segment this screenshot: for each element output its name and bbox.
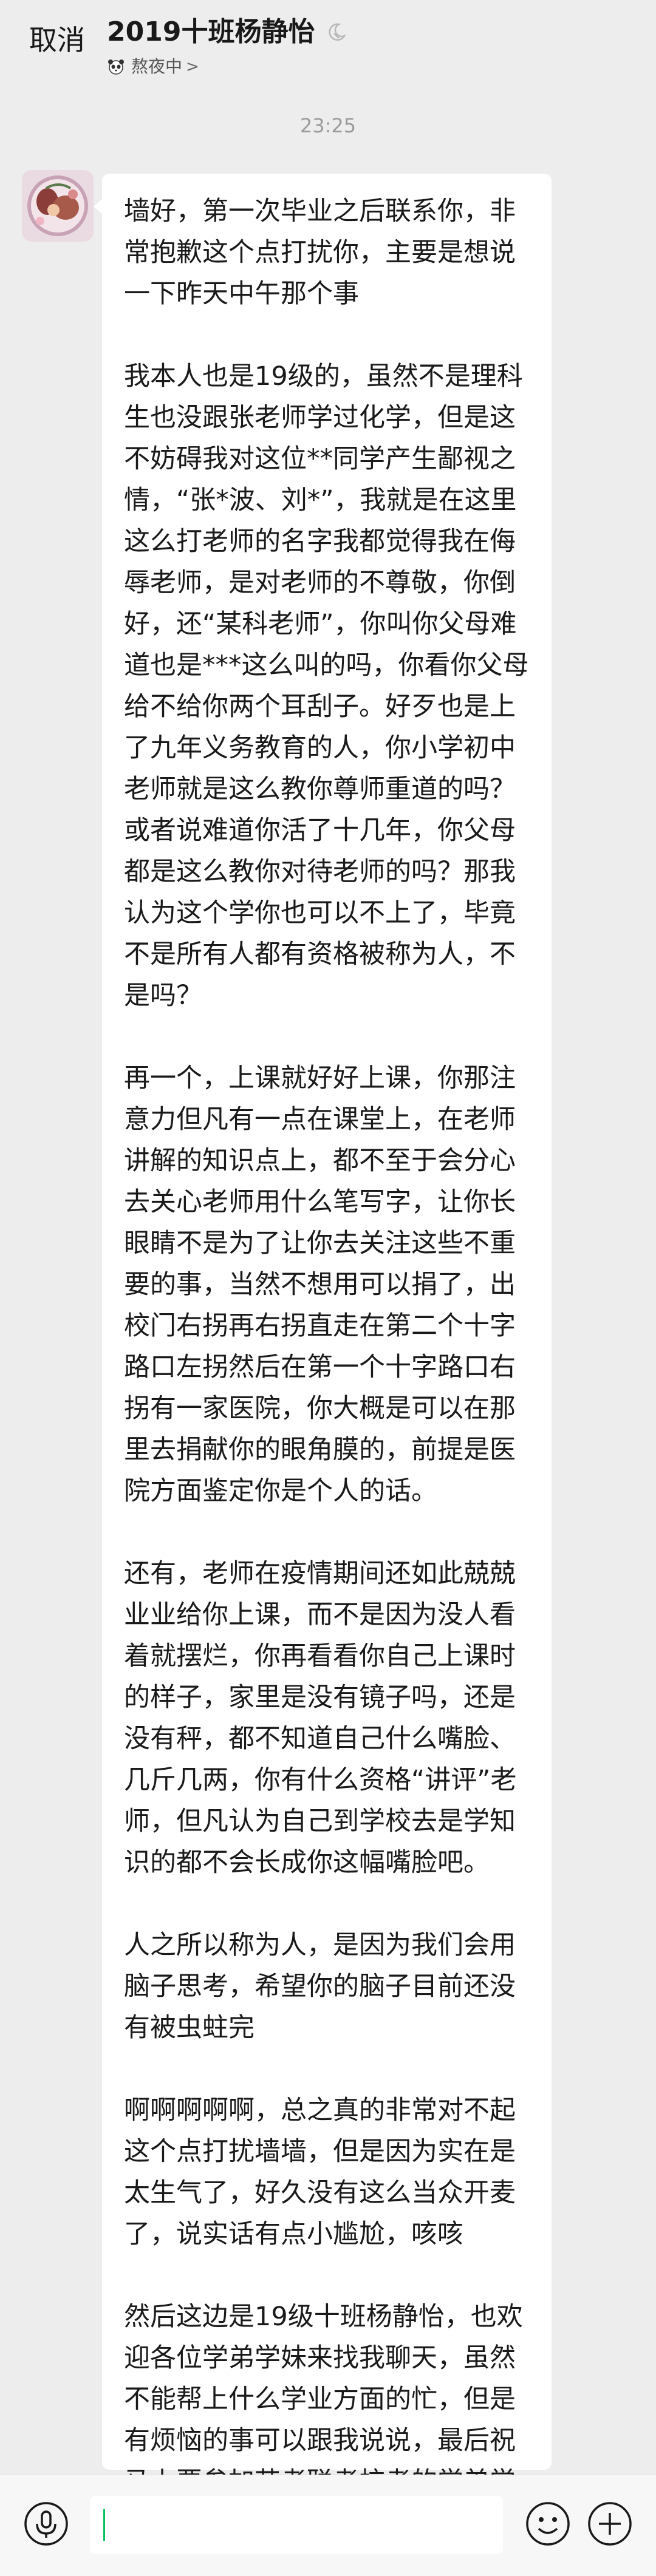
avatar[interactable] bbox=[22, 170, 94, 242]
message-input-bar bbox=[0, 2475, 656, 2576]
message-paragraph: 我本人也是19级的，虽然不是理科生也没跟张老师学过化学，但是这不妨碍我对这位**… bbox=[124, 361, 529, 1011]
plus-icon[interactable] bbox=[586, 2500, 634, 2548]
status-row[interactable]: 熬夜中 > bbox=[107, 55, 347, 79]
bubble-tail bbox=[94, 198, 103, 215]
emoji-icon[interactable] bbox=[524, 2500, 572, 2548]
message-paragraph: 还有，老师在疫情期间还如此兢兢业业给你上课，而不是因为没人看着就摆烂，你再看看你… bbox=[124, 1558, 517, 1878]
status-text: 熬夜中 bbox=[131, 56, 183, 76]
chat-title-group[interactable]: 2019十班杨静怡 熬夜中 > bbox=[107, 13, 347, 79]
chevron-right-icon: > bbox=[186, 58, 199, 76]
cancel-button[interactable]: 取消 bbox=[29, 22, 85, 58]
message-input[interactable] bbox=[90, 2496, 503, 2554]
voice-icon[interactable] bbox=[22, 2500, 70, 2548]
message-timestamp: 23:25 bbox=[299, 114, 357, 137]
chat-title: 2019十班杨静怡 bbox=[107, 16, 315, 47]
panda-status-icon bbox=[108, 59, 124, 75]
chat-header: 取消 2019十班杨静怡 熬夜中 > bbox=[0, 0, 656, 91]
message-bubble[interactable]: 墙好，第一次毕业之后联系你，非常抱歉这个点打扰你，主要是想说一下昨天中午那个事 … bbox=[94, 174, 552, 2538]
moon-mute-icon bbox=[329, 23, 347, 41]
avatar-image bbox=[22, 170, 94, 242]
text-caret bbox=[103, 2509, 105, 2541]
message-paragraph: 啊啊啊啊啊，总之真的非常对不起这个点打扰墙墙，但是因为实在是太生气了，好久没有这… bbox=[124, 2095, 516, 2249]
message-paragraph: 墙好，第一次毕业之后联系你，非常抱歉这个点打扰你，主要是想说一下昨天中午那个事 bbox=[124, 196, 516, 309]
message-paragraph: 再一个，上课就好好上课，你那注意力但凡有一点在课堂上，在老师讲解的知识点上，都不… bbox=[124, 1063, 516, 1506]
message-paragraph: 人之所以称为人，是因为我们会用脑子思考，希望你的脑子目前还没有被虫蛀完 bbox=[124, 1930, 516, 2043]
